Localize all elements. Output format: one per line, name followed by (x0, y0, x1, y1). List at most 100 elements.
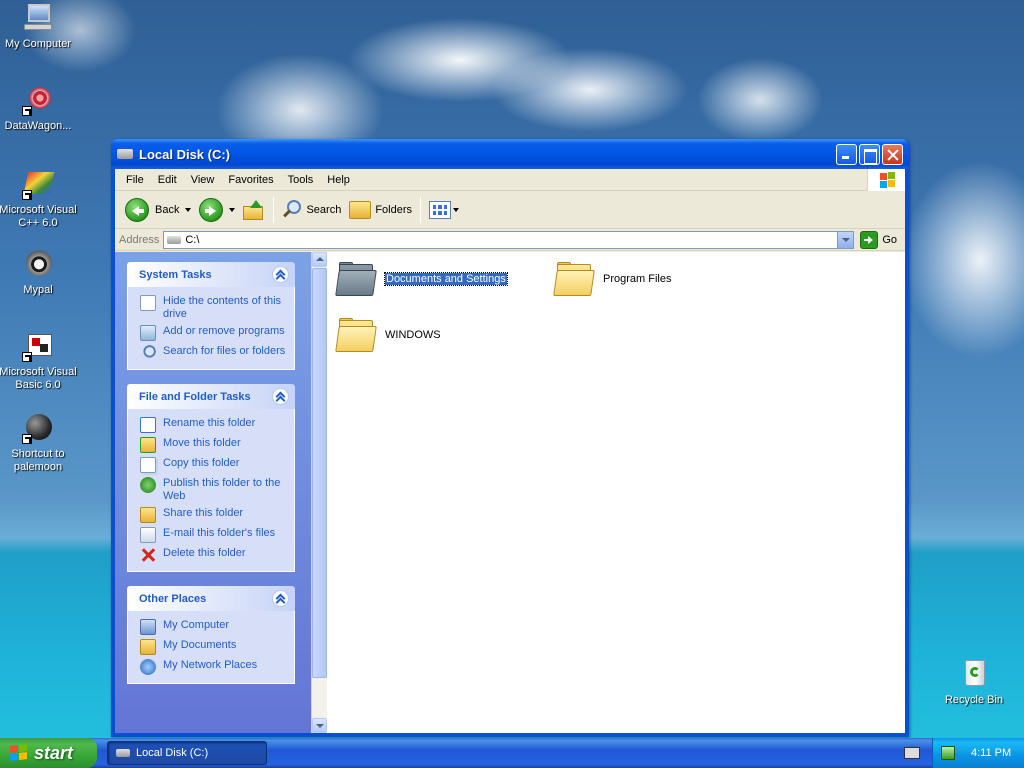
back-dropdown-icon[interactable] (185, 207, 192, 212)
other-places-panel: Other Places My Computer My Documents My… (127, 586, 295, 684)
add-remove-programs-icon (140, 325, 156, 341)
menu-favorites[interactable]: Favorites (221, 174, 280, 186)
up-folder-icon (243, 199, 265, 220)
desktop-icon-label: Mypal (23, 284, 53, 296)
task-email-files[interactable]: E-mail this folder's files (140, 527, 286, 543)
file-list: Documents and Settings Program Files WIN… (327, 252, 905, 733)
taskbar: start Local Disk (C:) 4:11 PM (0, 738, 1024, 768)
task-pane-scrollbar[interactable] (311, 252, 327, 733)
window-body: File Edit View Favorites Tools Help Back (115, 169, 905, 733)
mypal-icon (22, 248, 54, 280)
menu-edit[interactable]: Edit (151, 174, 184, 186)
panel-title: File and Folder Tasks (139, 390, 251, 403)
folder-item[interactable]: WINDOWS (335, 318, 441, 352)
back-button[interactable]: Back (121, 195, 195, 225)
menu-help[interactable]: Help (320, 174, 357, 186)
start-button[interactable]: start (0, 738, 97, 768)
place-my-network-places[interactable]: My Network Places (140, 659, 286, 675)
system-tray: 4:11 PM (932, 738, 1024, 768)
toolbar-separator (273, 196, 275, 223)
drive-icon (117, 149, 133, 159)
panel-body: Rename this folder Move this folder Copy… (127, 409, 295, 572)
desktop-icon-visual-cpp[interactable]: Microsoft Visual C++ 6.0 (0, 168, 78, 230)
task-share-folder[interactable]: Share this folder (140, 507, 286, 523)
desktop-icon-recycle-bin[interactable]: Recycle Bin (934, 658, 1014, 707)
network-icon[interactable] (941, 746, 955, 760)
recycle-bin-icon (958, 658, 990, 690)
collapse-icon[interactable] (272, 266, 289, 283)
file-folder-tasks-header[interactable]: File and Folder Tasks (127, 384, 295, 409)
copy-icon (140, 457, 156, 473)
address-input[interactable]: C:\ (163, 230, 855, 249)
search-label: Search (306, 203, 342, 216)
views-button[interactable] (425, 195, 463, 225)
folder-icon (335, 262, 377, 296)
up-folder-button[interactable] (239, 195, 269, 225)
desktop-icon-datawagon[interactable]: DataWagon... (0, 84, 78, 133)
task-label: E-mail this folder's files (163, 527, 276, 539)
toolbar: Back Search Folders (115, 191, 905, 229)
system-tasks-header[interactable]: System Tasks (127, 262, 295, 287)
desktop-icon-label: Recycle Bin (944, 694, 1004, 706)
other-places-header[interactable]: Other Places (127, 586, 295, 611)
task-rename-folder[interactable]: Rename this folder (140, 417, 286, 433)
desktop-icon-label: Microsoft Visual C++ 6.0 (0, 204, 77, 229)
close-button[interactable] (882, 143, 903, 165)
task-delete-folder[interactable]: Delete this folder (140, 547, 286, 563)
folder-item[interactable]: Documents and Settings (335, 262, 508, 296)
explorer-window: Local Disk (C:) File Edit View Favorites… (111, 139, 909, 737)
desktop-icon-palemoon[interactable]: Shortcut to palemoon (0, 412, 78, 474)
system-tasks-panel: System Tasks Hide the contents of this d… (127, 262, 295, 370)
maximize-button[interactable] (859, 143, 880, 165)
keyboard-icon[interactable] (904, 747, 920, 759)
task-hide-drive-contents[interactable]: Hide the contents of this drive (140, 295, 286, 321)
forward-button[interactable] (195, 195, 239, 225)
scroll-thumb[interactable] (312, 268, 327, 678)
clock[interactable]: 4:11 PM (971, 747, 1011, 759)
drive-icon (167, 235, 182, 244)
search-button[interactable]: Search (278, 195, 345, 225)
folder-icon (553, 262, 595, 296)
address-dropdown-button[interactable] (837, 231, 854, 248)
taskbar-button-label: Local Disk (C:) (136, 747, 209, 759)
scroll-up-button[interactable] (312, 252, 327, 267)
place-my-documents[interactable]: My Documents (140, 639, 286, 655)
folders-button[interactable]: Folders (345, 195, 416, 225)
place-my-computer[interactable]: My Computer (140, 619, 286, 635)
folders-label: Folders (375, 203, 413, 216)
task-add-remove-programs[interactable]: Add or remove programs (140, 325, 286, 341)
desktop-icon-my-computer[interactable]: My Computer (0, 2, 78, 51)
collapse-icon[interactable] (272, 388, 289, 405)
task-label: Hide the contents of this drive (163, 295, 282, 320)
windows-flag-icon (10, 744, 28, 762)
taskbar-button-local-disk[interactable]: Local Disk (C:) (107, 741, 267, 765)
task-label: Move this folder (163, 437, 241, 449)
task-copy-folder[interactable]: Copy this folder (140, 457, 286, 473)
views-icon (429, 200, 452, 219)
go-button[interactable]: Go (854, 230, 905, 249)
menu-view[interactable]: View (184, 174, 222, 186)
collapse-icon[interactable] (272, 590, 289, 607)
views-dropdown-icon[interactable] (453, 207, 460, 212)
task-move-folder[interactable]: Move this folder (140, 437, 286, 453)
folders-icon (349, 200, 372, 219)
scroll-down-button[interactable] (312, 718, 327, 733)
folder-item[interactable]: Program Files (553, 262, 671, 296)
menu-file[interactable]: File (119, 174, 151, 186)
forward-arrow-icon (199, 197, 224, 222)
back-label: Back (155, 203, 180, 216)
forward-dropdown-icon[interactable] (229, 207, 236, 212)
desktop-icon-mypal[interactable]: Mypal (0, 248, 78, 297)
network-places-icon (140, 659, 156, 675)
title-bar[interactable]: Local Disk (C:) (111, 139, 909, 169)
back-arrow-icon (125, 197, 149, 222)
task-label: Publish this folder to the Web (163, 477, 281, 502)
task-publish-folder[interactable]: Publish this folder to the Web (140, 477, 286, 503)
panel-body: My Computer My Documents My Network Plac… (127, 611, 295, 684)
menu-tools[interactable]: Tools (281, 174, 321, 186)
desktop-icon-visual-basic[interactable]: Microsoft Visual Basic 6.0 (0, 330, 78, 392)
task-search-files[interactable]: Search for files or folders (140, 345, 286, 361)
minimize-button[interactable] (836, 143, 857, 165)
task-label: Share this folder (163, 507, 244, 519)
place-label: My Network Places (163, 659, 258, 671)
